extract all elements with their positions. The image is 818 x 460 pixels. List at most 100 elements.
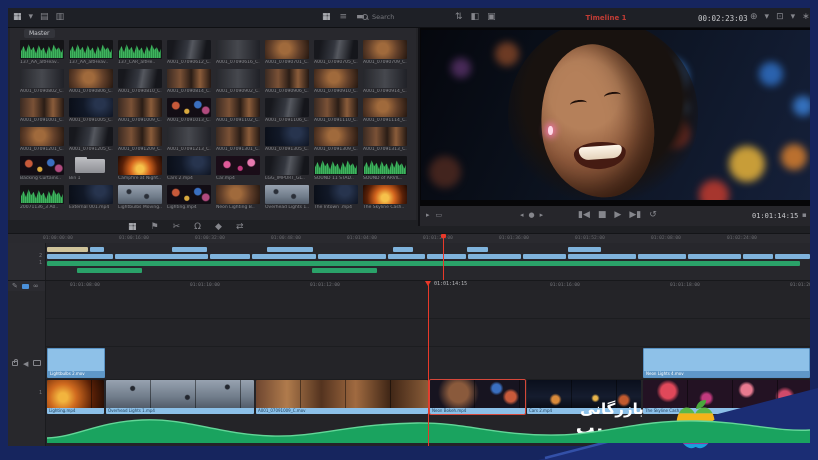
search-box[interactable]: Search [362,13,394,21]
minimap-clip[interactable] [393,247,413,252]
timeline-clip-v1[interactable]: Overhead Lights 1.mp4 [106,380,254,414]
media-item[interactable]: Neon Lighting B.. [216,185,260,212]
grab-icon[interactable]: ▸ [426,211,430,219]
minimap-clip[interactable] [115,254,208,259]
minimap-clip[interactable] [775,254,810,259]
chevron-down-icon[interactable]: ▾ [765,12,770,22]
minimap-clip[interactable] [388,254,425,259]
minimap-clip[interactable] [468,254,521,259]
media-item[interactable]: Backing Curtains.. [20,156,64,183]
stop-icon[interactable]: ■ [598,210,607,220]
flag-icon[interactable]: ⚑ [151,222,159,232]
media-item[interactable]: A001_07090810_C.. [118,69,162,96]
chevron-down-icon[interactable]: ▾ [29,12,34,22]
jog-control[interactable]: ◂ ● ▸ [520,211,543,219]
playhead[interactable] [425,281,431,446]
zoom-fit-icon[interactable]: ▭ [436,211,443,219]
media-item[interactable]: A001_07091313_C.. [363,127,407,154]
media-item[interactable]: 137_CAR_altHe.. [118,40,162,67]
minimap-clip[interactable] [638,254,686,259]
skip-end-icon[interactable]: ▶▮ [629,210,641,220]
media-item[interactable]: A001_07090802_C.. [20,69,64,96]
media-item[interactable]: SOUND of ARVIL.. [363,156,407,183]
timeline-clip-v1[interactable]: Cars 2.mp4 [527,380,641,414]
snap-icon[interactable]: Ω [194,222,201,232]
filter-icon[interactable]: ◧ [471,12,480,22]
minimap-clip[interactable] [210,254,250,259]
media-item[interactable]: A001_07091110_C.. [314,98,358,125]
media-item[interactable]: Car.mp4 [216,156,260,183]
chevron-down-icon[interactable]: ▾ [791,12,796,22]
loop-icon[interactable]: ↺ [649,210,657,220]
jog-fwd-icon[interactable]: ▸ [540,211,544,219]
media-item[interactable]: The Intown .mp4 [314,185,358,212]
expand-icon[interactable]: ▪ [802,211,807,219]
minimap-clip[interactable] [267,247,313,252]
media-item[interactable]: 20071136_3 A0.. [20,185,64,212]
list-view-icon[interactable]: ≡ [340,12,348,22]
minimap-playhead[interactable] [441,234,446,280]
timeline-ruler[interactable]: ✎ ∞ 01:01:08:00 01:01:10:00 01:01:12:00 01:0… [8,280,810,291]
chain-icon[interactable]: ∞ [33,282,39,290]
media-item[interactable]: A001_07091201_C.. [20,127,64,154]
media-item[interactable]: A001_07091305_C.. [265,127,309,154]
lock-icon[interactable] [12,359,18,366]
media-item[interactable]: Lighting.mp4 [167,185,211,212]
minimap-clip[interactable] [252,254,316,259]
media-item[interactable]: A001_07091209_C.. [118,127,162,154]
media-item[interactable]: A001_07090701_C.. [265,40,309,67]
play-icon[interactable]: ▶ [614,210,621,220]
thumbnail-view-icon[interactable]: ▦ [322,12,331,22]
minimap-clip[interactable] [312,268,377,273]
minimap-clip[interactable] [47,254,113,259]
speaker-icon[interactable]: ◀ [23,360,28,368]
minimap-clip[interactable] [318,254,386,259]
transform-icon[interactable]: ⊕ [750,12,758,22]
minimap-clip[interactable] [568,247,601,252]
pencil-icon[interactable]: ✎ [12,282,18,290]
timeline-overview-ruler[interactable]: 01:00:00:00 01:00:16:00 01:00:32:00 01:00:4… [8,233,810,243]
timeline-clip-v1[interactable]: A001_07091009_C.mov [256,380,428,414]
minimap-clip[interactable] [427,254,466,259]
media-item[interactable]: 137_AA_altHeav.. [69,40,113,67]
media-item[interactable]: 137_AA_altHeav.. [20,40,64,67]
razor-icon[interactable]: ✂ [173,222,181,232]
fx-icon[interactable]: ∗ [802,12,810,22]
media-item[interactable]: A001_07091205_C.. [69,127,113,154]
minimap-clip[interactable] [90,247,104,252]
minimap-clip[interactable] [523,254,566,259]
media-item[interactable]: A001_07090910_C.. [314,69,358,96]
media-item[interactable]: SOUND 11 STAD.. [314,156,358,183]
minimap-clip[interactable] [743,254,773,259]
media-item[interactable]: A001_07090814_C.. [167,69,211,96]
media-item[interactable]: Cars 2.mp4 [167,156,211,183]
media-pool-icon[interactable]: ▦ [13,12,22,22]
minimap-clip[interactable] [688,254,741,259]
media-item[interactable]: A001_07090709_C.. [363,40,407,67]
media-item[interactable]: A001_07090616_C.. [216,40,260,67]
media-item[interactable]: Overhead Lights 1.. [265,185,309,212]
media-item[interactable]: A001_07090705_C.. [314,40,358,67]
media-item[interactable]: Bin 1 [69,156,113,183]
timeline-name-dropdown[interactable]: Timeline 1 [564,14,648,22]
media-item[interactable]: A001_07091301_C.. [216,127,260,154]
import-media-icon[interactable]: ▤ [40,12,49,22]
media-item[interactable]: A001_07090612_C.. [167,40,211,67]
media-item[interactable]: A001_07091009_C.. [118,98,162,125]
media-item[interactable]: A001_07090806_C.. [69,69,113,96]
crop-icon[interactable]: ⊡ [776,12,784,22]
timeline-clip-v1[interactable]: Lighting.mp4 [47,380,104,414]
sort-icon[interactable]: ⇅ [455,12,463,22]
media-item[interactable]: LGG_IMPORT_GL.. [265,156,309,183]
minimap-clip[interactable] [47,247,88,252]
minimap-clip[interactable] [47,261,800,266]
media-item[interactable]: Lightbulbs Moving.. [118,185,162,212]
media-item[interactable]: The Skyline Cash.. [363,185,407,212]
media-item[interactable]: A001_07090906_C.. [265,69,309,96]
media-item[interactable]: External 001.mp4 [69,185,113,212]
minimap-clip[interactable] [568,254,636,259]
timeline-clip-v1[interactable]: Neon Bokeh.mp4 [429,379,526,415]
media-item[interactable]: Campfire at Night.. [118,156,162,183]
media-item[interactable]: A001_07090902_C.. [216,69,260,96]
media-item[interactable]: A001_07091213_C.. [167,127,211,154]
